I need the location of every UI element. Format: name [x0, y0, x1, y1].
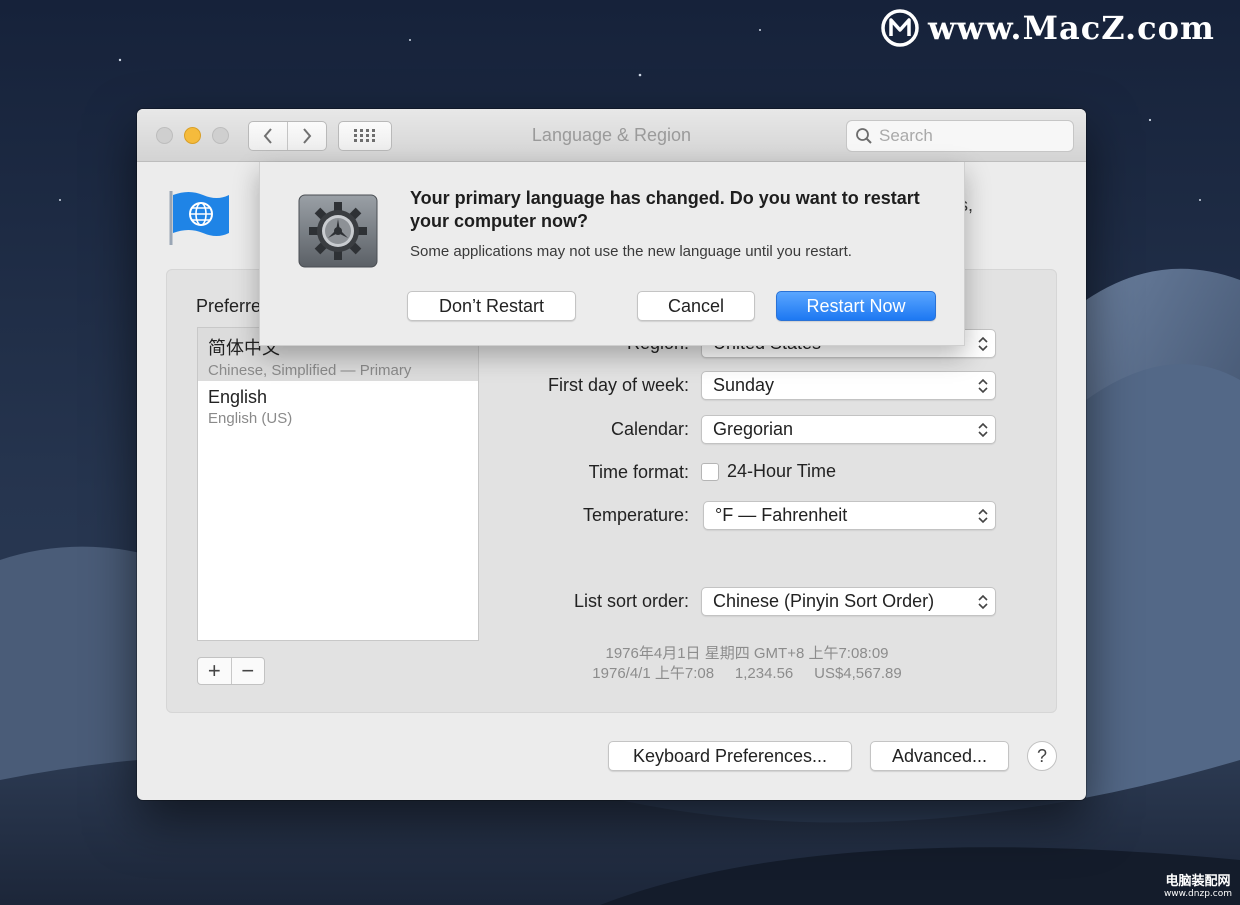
- temperature-value: °F — Fahrenheit: [715, 505, 848, 525]
- temperature-label: Temperature:: [582, 505, 689, 525]
- sort-order-row: List sort order: Chinese (Pinyin Sort Or…: [467, 587, 997, 617]
- language-list[interactable]: 简体中文 Chinese, Simplified — Primary Engli…: [197, 327, 479, 641]
- sort-order-value: Chinese (Pinyin Sort Order): [713, 591, 935, 611]
- zoom-button[interactable]: [212, 127, 229, 144]
- back-forward-group: [248, 121, 327, 151]
- gear-icon: [298, 194, 378, 268]
- back-button[interactable]: [249, 122, 287, 150]
- updown-arrows-icon: [978, 336, 988, 352]
- grid-icon: [354, 129, 375, 142]
- restart-now-button[interactable]: Restart Now: [776, 291, 936, 321]
- show-all-button[interactable]: [338, 121, 392, 151]
- dont-restart-button[interactable]: Don’t Restart: [407, 291, 576, 321]
- help-button[interactable]: ?: [1027, 741, 1057, 771]
- 24-hour-label: 24-Hour Time: [727, 461, 837, 481]
- sample-format-line: 1976/4/1 上午7:08 1,234.56 US$4,567.89: [592, 665, 902, 682]
- 24-hour-option[interactable]: 24-Hour Time: [701, 461, 836, 482]
- first-day-row: First day of week: Sunday: [467, 371, 997, 401]
- corner-watermark-url: www.dnzp.com: [1163, 889, 1232, 899]
- 24-hour-checkbox[interactable]: [701, 462, 719, 481]
- calendar-popup[interactable]: Gregorian: [701, 415, 996, 444]
- close-button[interactable]: [156, 127, 173, 144]
- dialog-heading: Your primary language has changed. Do yo…: [410, 188, 920, 231]
- corner-watermark: 电脑装配网 www.dnzp.com: [1164, 870, 1232, 899]
- first-day-value: Sunday: [713, 375, 775, 395]
- chevron-right-icon: [303, 128, 312, 144]
- cancel-button[interactable]: Cancel: [637, 291, 755, 321]
- language-subtitle: English (US): [208, 410, 293, 427]
- watermark-text: www.MacZ.com: [928, 9, 1215, 47]
- updown-arrows-icon: [978, 508, 988, 524]
- add-remove-control: + −: [197, 657, 265, 685]
- corner-watermark-cn: 电脑装配网: [1165, 874, 1231, 889]
- advanced-button[interactable]: Advanced...: [870, 741, 1009, 771]
- language-name: English: [208, 387, 268, 407]
- watermark: www.MacZ.com: [880, 8, 1215, 48]
- search-icon: [856, 128, 872, 144]
- keyboard-preferences-button[interactable]: Keyboard Preferences...: [608, 741, 852, 771]
- forward-button[interactable]: [287, 122, 326, 150]
- window-title: Language & Region: [531, 125, 692, 145]
- restart-dialog: Your primary language has changed. Do yo…: [259, 162, 965, 346]
- calendar-label: Calendar:: [610, 419, 689, 439]
- calendar-value: Gregorian: [713, 419, 794, 439]
- titlebar: Language & Region: [137, 109, 1086, 162]
- remove-language-button[interactable]: −: [230, 658, 265, 684]
- sort-order-popup[interactable]: Chinese (Pinyin Sort Order): [701, 587, 996, 616]
- search-field[interactable]: [846, 120, 1074, 152]
- time-format-row: Time format: 24-Hour Time: [467, 458, 997, 488]
- first-day-popup[interactable]: Sunday: [701, 371, 996, 400]
- dialog-message: Some applications may not use the new la…: [410, 243, 852, 260]
- chevron-left-icon: [263, 128, 272, 144]
- sample-date-line: 1976年4月1日 星期四 GMT+8 上午7:08:09: [605, 645, 889, 662]
- updown-arrows-icon: [978, 594, 988, 610]
- sort-order-label: List sort order:: [573, 591, 689, 611]
- temperature-popup[interactable]: °F — Fahrenheit: [703, 501, 996, 530]
- blue-flag-globe-icon: [169, 191, 229, 245]
- macz-logo-icon: [881, 9, 919, 47]
- time-format-label: Time format:: [588, 462, 689, 482]
- list-item[interactable]: English English (US): [198, 381, 478, 434]
- temperature-row: Temperature: °F — Fahrenheit: [467, 501, 997, 531]
- updown-arrows-icon: [978, 422, 988, 438]
- minimize-button[interactable]: [184, 127, 201, 144]
- calendar-row: Calendar: Gregorian: [467, 415, 997, 445]
- first-day-label: First day of week:: [547, 375, 689, 395]
- add-language-button[interactable]: +: [198, 658, 231, 684]
- updown-arrows-icon: [978, 378, 988, 394]
- search-input[interactable]: [879, 126, 1059, 146]
- language-subtitle: Chinese, Simplified — Primary: [208, 362, 412, 379]
